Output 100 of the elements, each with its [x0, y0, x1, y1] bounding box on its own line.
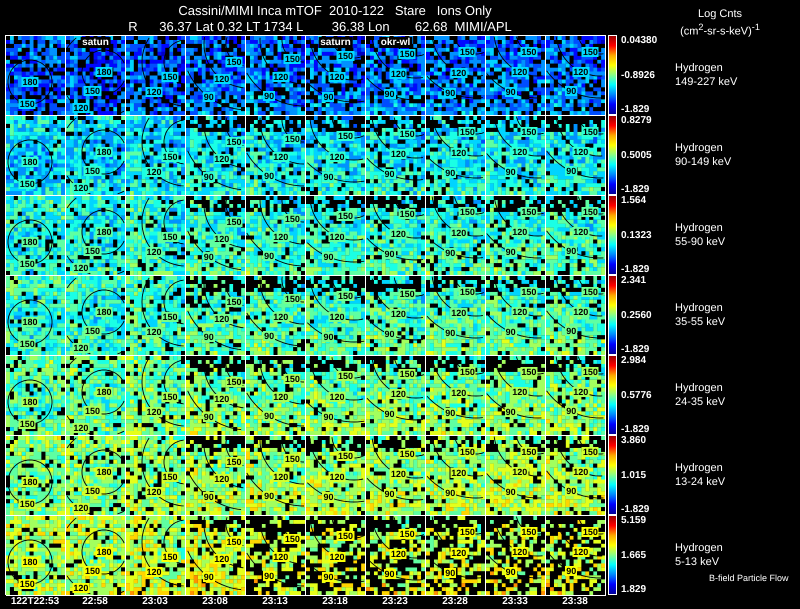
scale-mid: 0.5005: [621, 150, 653, 160]
contour-label: 90: [565, 486, 578, 496]
contour-label: 90: [444, 248, 456, 258]
contour-label: 120: [511, 467, 528, 478]
contour-label: 120: [511, 387, 528, 398]
time-label: 22:58: [81, 595, 109, 609]
contour-label: 120: [213, 314, 230, 324]
scale-max: 2.341: [621, 275, 648, 286]
contour-label: 120: [146, 247, 163, 258]
contour-label: 90: [504, 87, 517, 98]
time-label: 23:18: [321, 595, 349, 609]
contour-label: 180: [95, 227, 113, 237]
contour-label: 150: [162, 152, 179, 162]
contour-label: 120: [450, 308, 468, 318]
contour-label: 90: [384, 249, 396, 260]
scale-mid: 0.5776: [621, 390, 653, 400]
contour-label: 150: [336, 531, 354, 542]
contour-label: 120: [572, 66, 590, 77]
scale-mid: 0.2560: [621, 310, 653, 320]
contour-label: 90: [504, 487, 517, 498]
contour-label: 90: [504, 167, 517, 178]
scale-mid: -0.8926: [621, 70, 656, 80]
contour-label: 120: [390, 229, 407, 240]
contour-label: 150: [284, 134, 301, 144]
contour-label: 180: [21, 157, 39, 167]
energy-range: 149-227 keV: [675, 75, 738, 89]
contour-label: 90: [504, 247, 517, 258]
contour-label: 180: [21, 477, 39, 487]
contour-label: 150: [84, 326, 101, 336]
species-label: Hydrogen: [675, 141, 724, 155]
contour-label: 150: [162, 232, 179, 242]
contour-label: 150: [582, 286, 599, 297]
contour-label: 90: [444, 488, 456, 498]
contour-label: 120: [146, 567, 163, 578]
species-label: Hydrogen: [675, 221, 724, 235]
contour-label: 90: [384, 489, 396, 500]
contour-label: 180: [21, 237, 39, 247]
marker-label: satun: [80, 37, 111, 48]
contour-label: 150: [84, 486, 101, 496]
time-label: 23:08: [201, 595, 229, 609]
contour-label: 90: [384, 409, 396, 420]
contour-label: 120: [328, 392, 346, 402]
contour-label: 150: [520, 367, 538, 378]
contour-label: 150: [18, 498, 36, 509]
energy-range: 55-90 keV: [675, 235, 726, 249]
contour-label: 120: [390, 69, 407, 80]
contour-label: 150: [398, 129, 416, 140]
contour-label: 120: [390, 469, 407, 480]
scale-mid: 1.665: [621, 550, 648, 560]
contour-label: 120: [272, 312, 290, 322]
contour-label: 120: [72, 423, 90, 433]
contour-label: 150: [582, 46, 599, 57]
contour-label: 150: [582, 206, 599, 217]
species-label: Hydrogen: [675, 541, 723, 555]
contour-label: 150: [336, 291, 354, 302]
contour-label: 120: [146, 487, 163, 498]
contour-label: 150: [398, 289, 416, 300]
contour-label: 120: [328, 312, 346, 322]
contour-label: 90: [322, 572, 334, 582]
contour-label: 120: [72, 103, 90, 113]
contour-label: 120: [328, 552, 346, 562]
contour-label: 150: [18, 418, 36, 429]
scale-mid: 0.1323: [621, 230, 653, 240]
scale-max: 3.860: [621, 435, 648, 446]
contour-label: 150: [18, 178, 36, 189]
contour-label: 120: [213, 474, 230, 484]
contour-label: 120: [572, 146, 590, 157]
contour-label: 90: [444, 568, 456, 578]
contour-label: 120: [511, 147, 528, 158]
contour-label: 120: [213, 154, 230, 164]
plot-title: Cassini/MIMI Inca mTOF 2010-122 Stare Ions Only: [178, 2, 492, 19]
contour-label: 120: [572, 386, 590, 397]
contour-label: 90: [384, 89, 396, 100]
contour-label: 90: [202, 92, 215, 102]
contour-label: 180: [95, 67, 113, 77]
contour-label: 90: [565, 326, 578, 336]
contour-label: 90: [384, 169, 396, 180]
contour-label: 90: [263, 251, 276, 262]
contour-label: 150: [284, 534, 301, 544]
contour-label: 150: [582, 366, 599, 377]
contour-label: 90: [565, 86, 578, 96]
contour-label: 120: [450, 228, 468, 238]
contour-label: 90: [444, 168, 456, 178]
contour-label: 90: [263, 411, 276, 422]
scale-min: -1.829: [621, 344, 650, 355]
energy-range: 35-55 keV: [675, 315, 726, 329]
energy-range: 5-13 keV: [675, 555, 720, 569]
contour-label: 90: [322, 492, 334, 502]
contour-label: 180: [95, 147, 113, 157]
scale-max: 5.159: [621, 515, 648, 526]
contour-label: 150: [162, 552, 179, 562]
contour-label: 90: [202, 572, 215, 582]
energy-range: 90-149 keV: [675, 155, 732, 169]
scale-max: 1.564: [621, 195, 648, 206]
contour-label: 90: [565, 406, 578, 416]
species-label: Hydrogen: [675, 301, 724, 315]
contour-label: 120: [213, 554, 230, 564]
contour-label: 150: [284, 54, 301, 64]
contour-label: 120: [450, 468, 468, 478]
contour-label: 150: [336, 371, 354, 382]
